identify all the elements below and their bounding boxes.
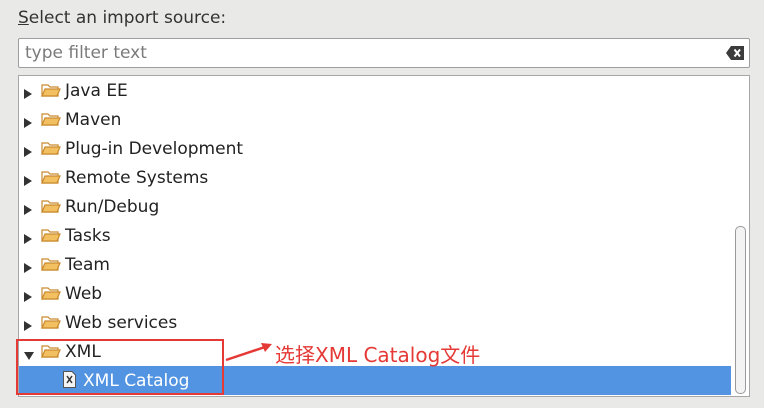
tree-item-label: XML [65, 342, 101, 362]
import-source-label: Select an import source: [18, 8, 227, 28]
tree-item-label: Run/Debug [65, 197, 160, 217]
tree-item-label: Team [65, 255, 110, 275]
collapse-arrow-icon[interactable] [23, 346, 34, 360]
expand-arrow-icon[interactable] [23, 201, 33, 215]
tree-item-label: Tasks [65, 226, 111, 246]
expand-arrow-icon[interactable] [23, 114, 33, 128]
folder-open-icon [41, 343, 61, 359]
tree-item-web-services[interactable]: Web services [19, 308, 731, 337]
folder-icon [41, 256, 61, 272]
filter-field[interactable] [18, 38, 750, 68]
expand-arrow-icon[interactable] [23, 230, 33, 244]
expand-arrow-icon[interactable] [23, 85, 33, 99]
folder-icon [41, 314, 61, 330]
tree-item-label: Plug-in Development [65, 139, 244, 159]
tree-item-plug-in-development[interactable]: Plug-in Development [19, 134, 731, 163]
tree-item-label: Web services [65, 313, 178, 333]
tree-item-label: XML Catalog [83, 371, 190, 391]
expand-arrow-icon[interactable] [23, 172, 33, 186]
tree-item-xml-catalog[interactable]: XML Catalog [19, 366, 731, 395]
expand-arrow-icon[interactable] [23, 259, 33, 273]
expand-arrow-icon[interactable] [23, 317, 33, 331]
tree-item-label: Web [65, 284, 103, 304]
tree-item-run-debug[interactable]: Run/Debug [19, 192, 731, 221]
folder-icon [41, 82, 61, 98]
folder-icon [41, 140, 61, 156]
tree-item-java-ee[interactable]: Java EE [19, 76, 731, 105]
tree-item-remote-systems[interactable]: Remote Systems [19, 163, 731, 192]
expand-arrow-icon[interactable] [23, 288, 33, 302]
scrollbar-thumb[interactable] [735, 226, 746, 394]
folder-icon [41, 285, 61, 301]
tree-item-team[interactable]: Team [19, 250, 731, 279]
folder-icon [41, 198, 61, 214]
annotation-text: 选择XML Catalog文件 [275, 343, 481, 367]
folder-icon [41, 169, 61, 185]
tree-item-label: Maven [65, 110, 122, 130]
annotation-arrow-icon [225, 343, 272, 362]
filter-input[interactable] [25, 42, 715, 64]
folder-icon [41, 227, 61, 243]
tree-item-maven[interactable]: Maven [19, 105, 731, 134]
vertical-scrollbar[interactable] [733, 76, 747, 396]
expand-arrow-icon[interactable] [23, 143, 33, 157]
tree-item-web[interactable]: Web [19, 279, 731, 308]
tree-item-tasks[interactable]: Tasks [19, 221, 731, 250]
xml-file-icon [63, 371, 76, 388]
tree-item-label: Java EE [65, 81, 128, 101]
tree-item-label: Remote Systems [65, 168, 209, 188]
clear-text-icon[interactable] [725, 45, 745, 61]
folder-icon [41, 111, 61, 127]
